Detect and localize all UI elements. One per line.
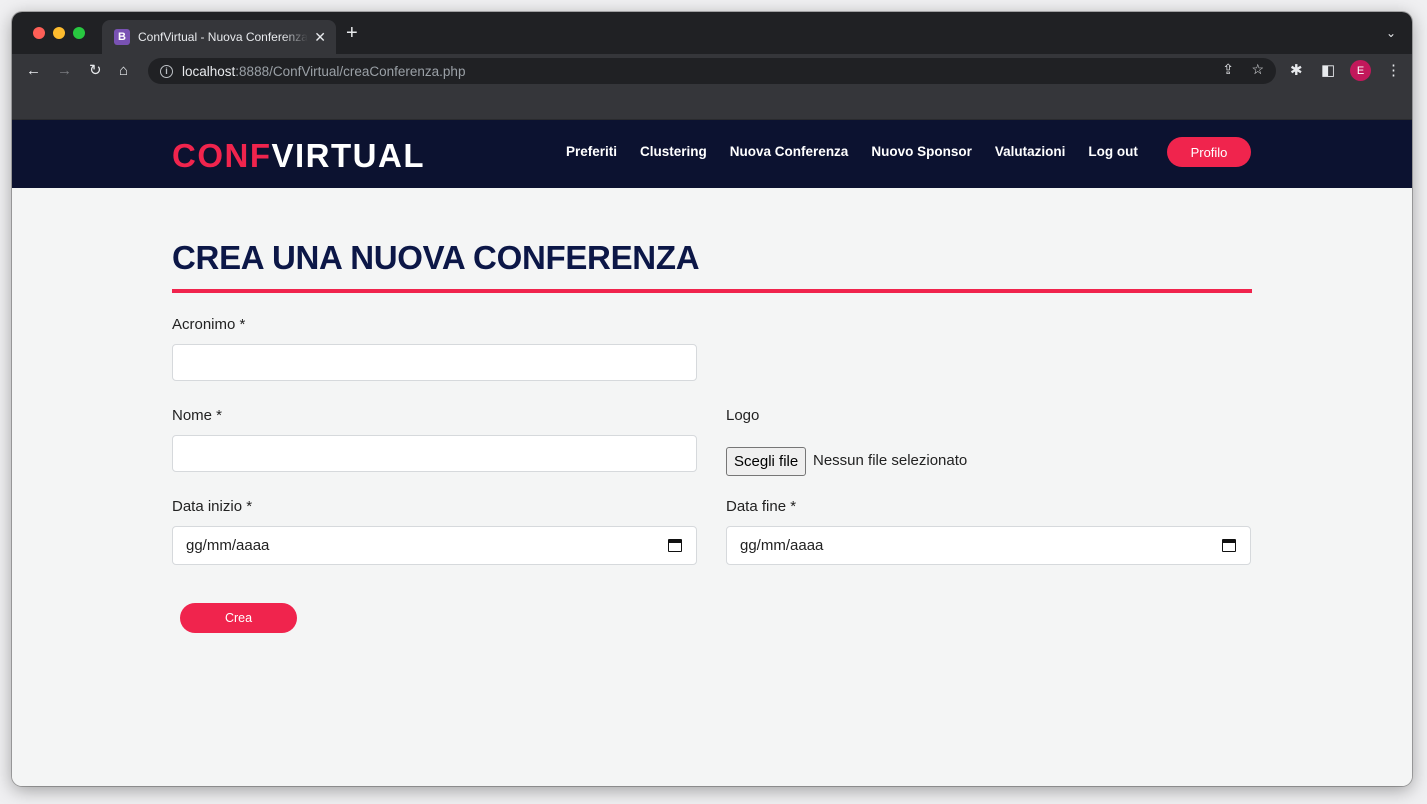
nav-link-nuova-conferenza[interactable]: Nuova Conferenza [730, 144, 849, 159]
close-icon[interactable]: ✕ [314, 29, 326, 46]
browser-tab[interactable]: B ConfVirtual - Nuova Conferenza ✕ [102, 20, 336, 54]
page-title: CREA UNA NUOVA CONFERENZA [172, 239, 700, 276]
star-icon[interactable]: ☆ [1251, 61, 1264, 78]
logo-label: Logo [726, 407, 760, 424]
close-window-button[interactable] [33, 27, 45, 39]
page-content: CREA UNA NUOVA CONFERENZA Acronimo * Nom… [12, 188, 1412, 786]
profile-avatar[interactable]: E [1350, 60, 1371, 81]
calendar-icon[interactable] [668, 539, 682, 552]
crea-button[interactable]: Crea [180, 603, 297, 633]
bookmarks-bar [12, 88, 1412, 120]
nav-link-preferiti[interactable]: Preferiti [566, 144, 617, 159]
acronimo-input[interactable] [172, 344, 697, 381]
title-divider [172, 289, 1252, 293]
file-status-text: Nessun file selezionato [813, 452, 968, 469]
site-logo[interactable]: CONFVIRTUAL [172, 137, 425, 175]
browser-window: B ConfVirtual - Nuova Conferenza ✕ + ⌄ ←… [12, 12, 1412, 786]
tab-title: ConfVirtual - Nuova Conferenza [138, 30, 308, 44]
more-menu-icon[interactable]: ⋮ [1386, 61, 1401, 81]
nav-link-log-out[interactable]: Log out [1088, 144, 1137, 159]
data-inizio-input[interactable]: gg/mm/aaaa [172, 526, 697, 565]
acronimo-label: Acronimo * [172, 316, 246, 333]
info-icon[interactable]: i [160, 64, 173, 78]
choose-file-button[interactable]: Scegli file [726, 447, 807, 476]
calendar-icon[interactable] [1222, 539, 1236, 552]
share-icon[interactable]: ⇪ [1222, 61, 1234, 78]
site-navbar: CONFVIRTUAL Preferiti Clustering Nuova C… [12, 120, 1412, 188]
nav-links: Preferiti Clustering Nuova Conferenza Nu… [566, 144, 1161, 159]
side-panel-icon[interactable]: ◧ [1321, 61, 1335, 81]
bootstrap-favicon-icon: B [114, 29, 130, 45]
url-text: localhost:8888/ConfVirtual/creaConferenz… [182, 63, 466, 79]
extensions-icon[interactable]: ✱ [1290, 61, 1303, 81]
data-fine-label: Data fine * [726, 498, 797, 515]
forward-arrow-icon[interactable]: → [57, 61, 72, 81]
tab-strip: B ConfVirtual - Nuova Conferenza ✕ + ⌄ [12, 12, 1412, 54]
data-inizio-placeholder: gg/mm/aaaa [186, 537, 270, 554]
maximize-window-button[interactable] [73, 27, 85, 39]
browser-toolbar: ← → ↻ ⌂ i localhost:8888/ConfVirtual/cre… [12, 54, 1412, 88]
back-arrow-icon[interactable]: ← [26, 61, 41, 81]
new-tab-icon[interactable]: + [346, 23, 358, 43]
nav-link-nuovo-sponsor[interactable]: Nuovo Sponsor [871, 144, 972, 159]
minimize-window-button[interactable] [53, 27, 65, 39]
data-inizio-label: Data inizio * [172, 498, 253, 515]
data-fine-input[interactable]: gg/mm/aaaa [726, 526, 1251, 565]
address-bar[interactable]: i localhost:8888/ConfVirtual/creaConfere… [148, 58, 1276, 84]
nome-input[interactable] [172, 435, 697, 472]
reload-icon[interactable]: ↻ [89, 61, 102, 81]
profile-button[interactable]: Profilo [1167, 137, 1251, 167]
nav-link-clustering[interactable]: Clustering [640, 144, 707, 159]
nav-link-valutazioni[interactable]: Valutazioni [995, 144, 1066, 159]
nome-label: Nome * [172, 407, 223, 424]
home-icon[interactable]: ⌂ [119, 61, 128, 81]
chevron-down-icon[interactable]: ⌄ [1386, 26, 1396, 40]
data-fine-placeholder: gg/mm/aaaa [740, 537, 824, 554]
